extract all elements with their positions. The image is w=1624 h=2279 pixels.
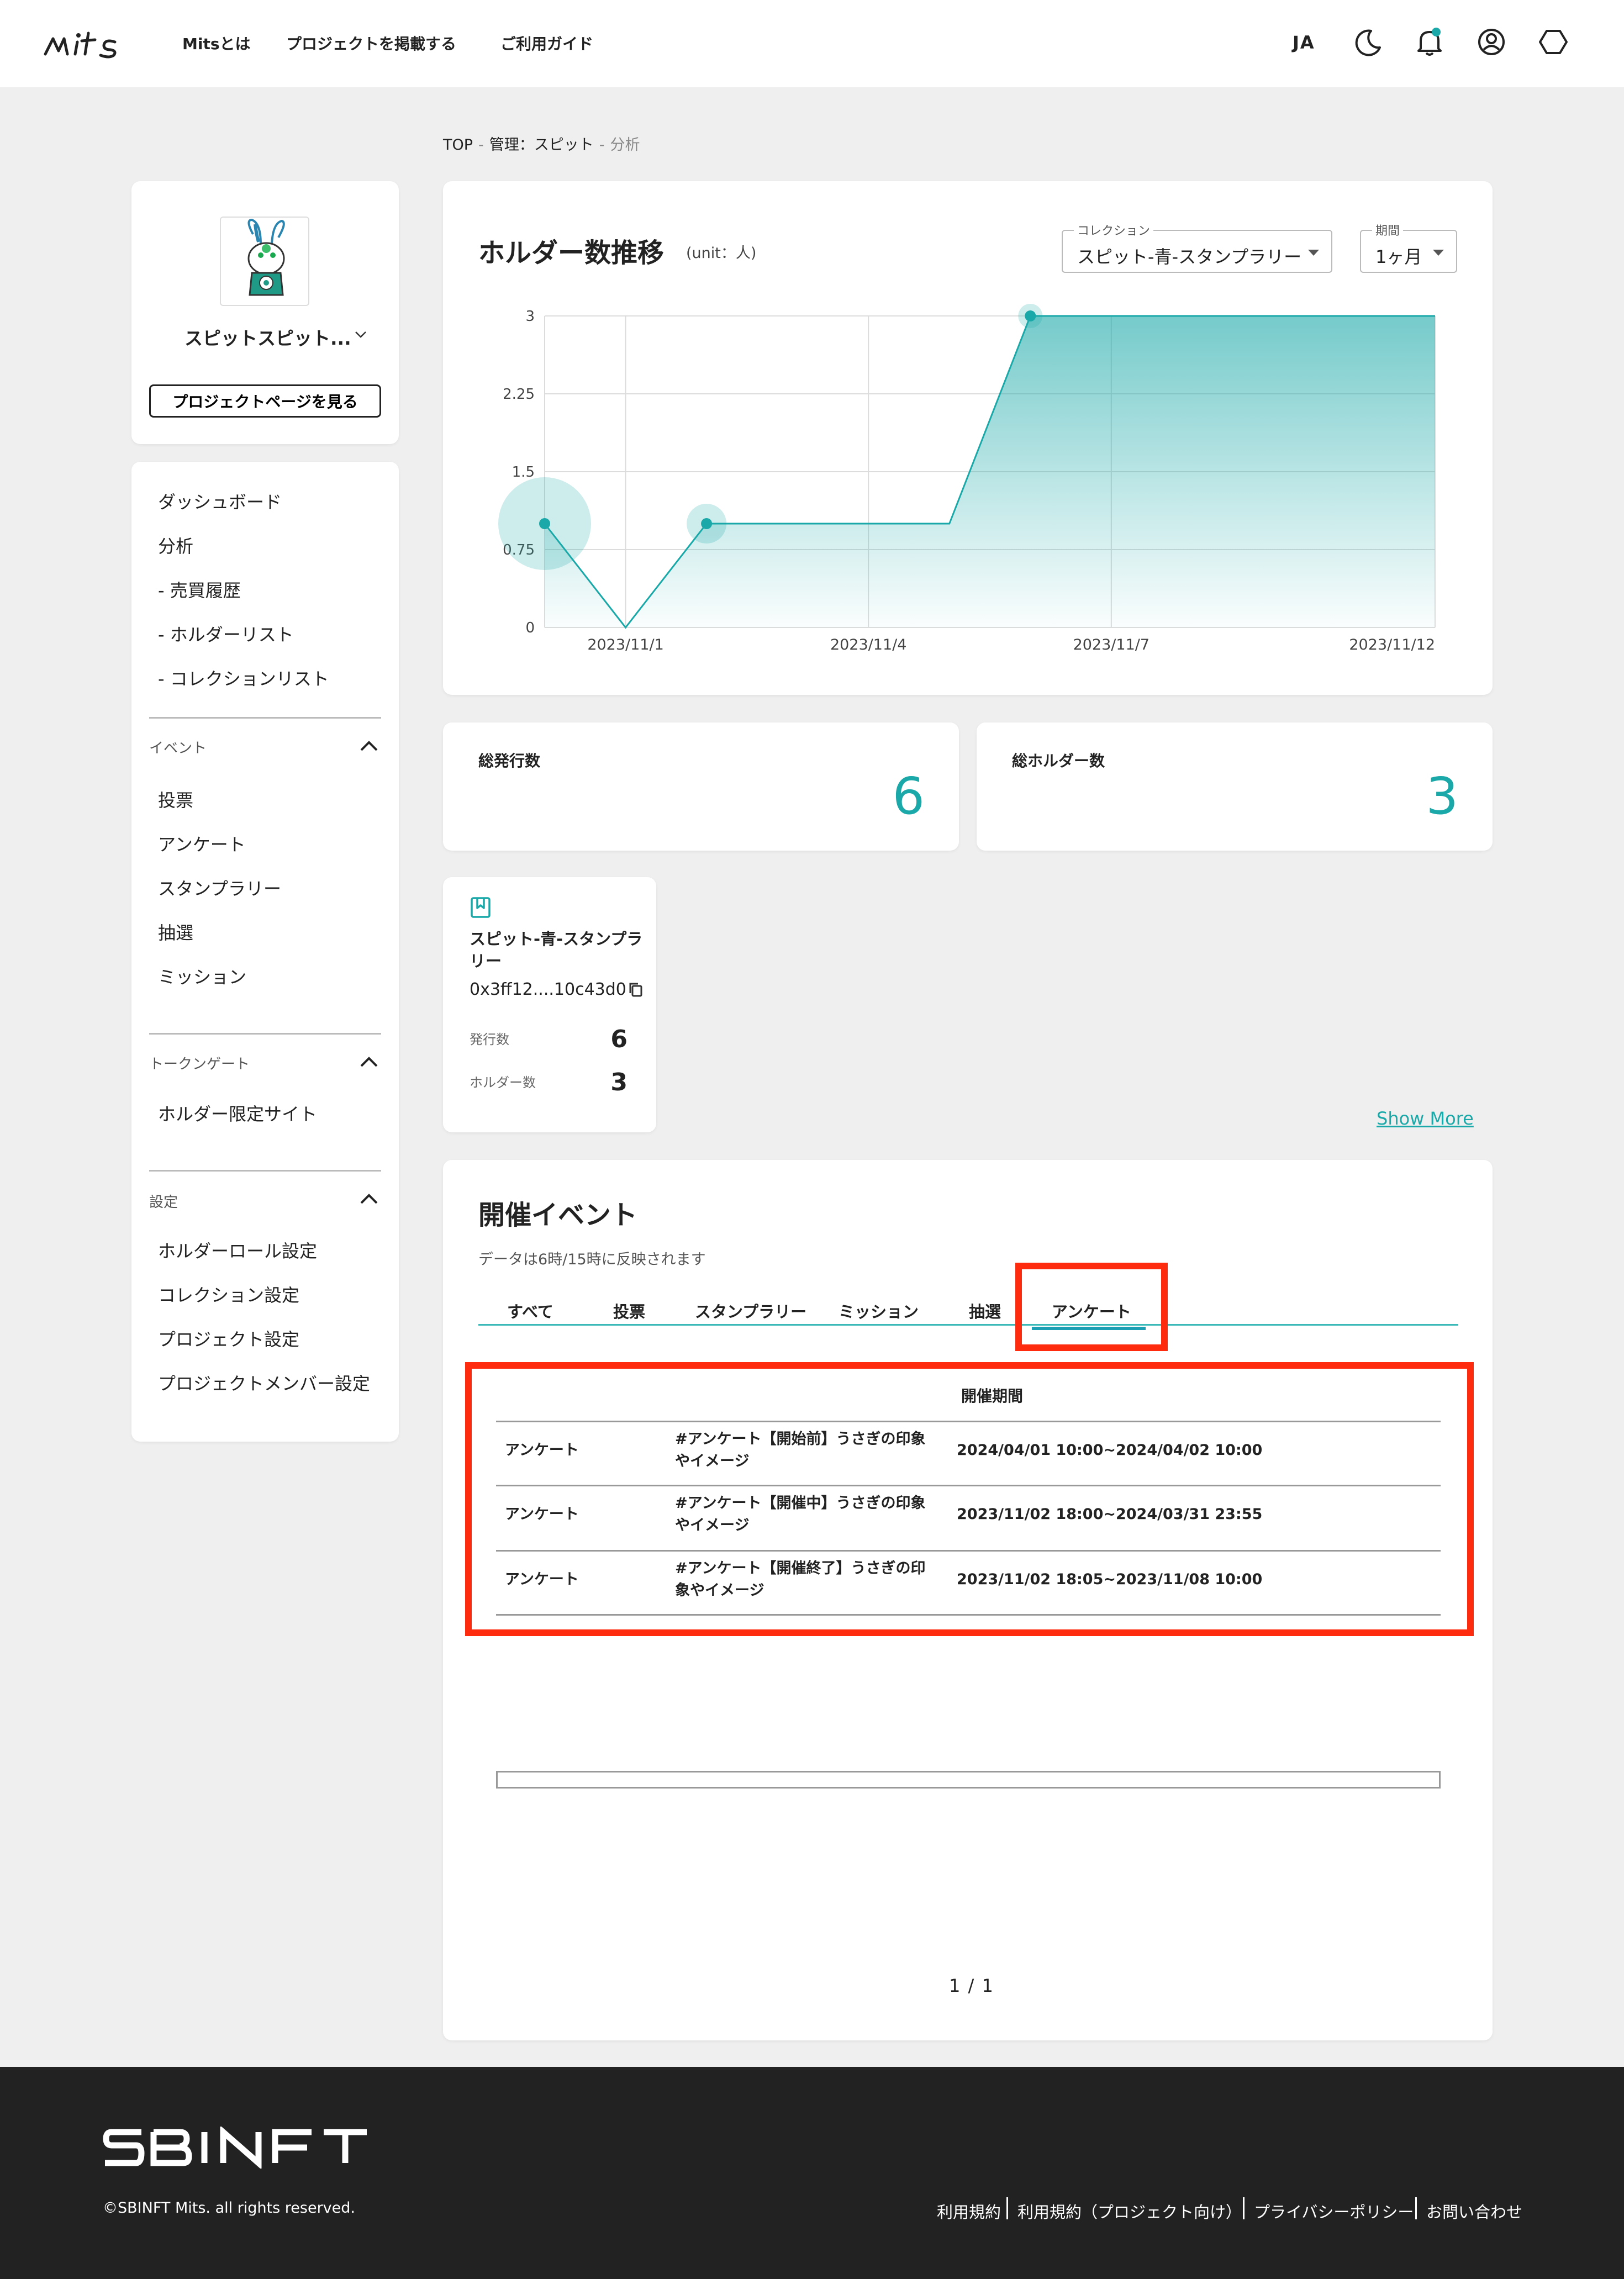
project-name[interactable]: スピットスピット... <box>184 324 351 350</box>
total-holders-label: 総ホルダー数 <box>1012 752 1105 770</box>
total-issued-value: 6 <box>892 767 925 826</box>
sidebar-item-mission[interactable]: ミッション <box>158 963 246 989</box>
sidebar-item-dashboard[interactable]: ダッシュボード <box>158 488 282 514</box>
holder-chart-card: ホルダー数推移 (unit：人) コレクション スピット-青-スタンプラリー 期… <box>443 181 1493 695</box>
sidebar-item-lottery[interactable]: 抽選 <box>158 919 193 945</box>
sidebar-item-stamp-rally[interactable]: スタンプラリー <box>158 875 281 900</box>
x-tick-label: 2023/11/7 <box>1073 636 1150 653</box>
chevron-up-icon[interactable] <box>357 1054 381 1070</box>
copy-icon[interactable] <box>628 981 644 999</box>
footer-separator <box>1415 2197 1417 2219</box>
y-tick-label: 2.25 <box>503 386 535 403</box>
x-tick-label: 2023/11/4 <box>830 636 906 653</box>
mits-logo[interactable] <box>43 28 134 60</box>
sidebar-item-project-members[interactable]: プロジェクトメンバー設定 <box>158 1370 370 1395</box>
highlight-box-tab <box>1015 1263 1168 1351</box>
sidebar-item-collection-list[interactable]: - コレクションリスト <box>158 665 329 690</box>
y-tick-label: 3 <box>525 308 535 325</box>
bookmark-icon <box>471 897 491 918</box>
menu-divider <box>149 717 381 719</box>
y-tick-label: 1.5 <box>512 464 535 481</box>
collection-issued-value: 6 <box>610 1025 628 1053</box>
pagination: 1 / 1 <box>949 1975 994 1996</box>
data-point <box>1025 310 1036 321</box>
menu-divider <box>149 1170 381 1172</box>
events-subtitle: データは6時/15時に反映されます <box>478 1251 706 1268</box>
total-holders-value: 3 <box>1426 767 1458 826</box>
chevron-down-icon[interactable] <box>352 326 369 342</box>
breadcrumb-top[interactable]: TOP <box>443 136 473 154</box>
menu-divider <box>149 1033 381 1035</box>
total-issued-label: 総発行数 <box>478 752 541 770</box>
data-point <box>539 518 550 529</box>
sidebar-item-collection-settings[interactable]: コレクション設定 <box>158 1281 299 1307</box>
events-card: 開催イベント データは6時/15時に反映されます すべて 投票 スタンプラリー … <box>443 1160 1493 2040</box>
nav-post-project[interactable]: プロジェクトを掲載する <box>286 32 456 54</box>
footer-link-privacy[interactable]: プライバシーポリシー <box>1254 2199 1414 2223</box>
x-tick-label: 2023/11/1 <box>587 636 663 653</box>
collection-card[interactable]: スピット-青-スタンプラリー 0x3ff12....10c43d0 発行数 6 … <box>443 877 656 1132</box>
sidebar-item-analytics[interactable]: 分析 <box>158 532 193 558</box>
menu-section-event[interactable]: イベント <box>149 737 207 757</box>
sidebar-item-project-settings[interactable]: プロジェクト設定 <box>158 1326 299 1351</box>
highlight-box-table <box>465 1362 1474 1636</box>
chevron-up-icon[interactable] <box>357 738 381 755</box>
footer-link-terms[interactable]: 利用規約 <box>937 2199 1001 2223</box>
project-profile-card: スピットスピット... プロジェクトページを見る <box>131 181 399 444</box>
total-issued-card: 総発行数 6 <box>443 722 959 851</box>
top-header: Mitsとは プロジェクトを掲載する ご利用ガイド JA <box>0 0 1624 87</box>
events-title: 開催イベント <box>478 1200 638 1231</box>
chevron-up-icon[interactable] <box>357 1191 381 1207</box>
nav-guide[interactable]: ご利用ガイド <box>500 32 593 54</box>
tab-mission[interactable]: ミッション <box>839 1299 919 1322</box>
sbinft-logo[interactable] <box>103 2127 369 2169</box>
show-more-link[interactable]: Show More <box>1377 1108 1474 1129</box>
breadcrumb: TOP - 管理：スピット - 分析 <box>443 136 640 154</box>
sidebar-item-vote[interactable]: 投票 <box>158 787 193 812</box>
project-avatar <box>220 217 309 306</box>
event-tabs: すべて 投票 スタンプラリー ミッション 抽選 アンケート <box>478 1270 1458 1326</box>
total-holders-card: 総ホルダー数 3 <box>977 722 1493 851</box>
tab-lottery[interactable]: 抽選 <box>969 1299 1001 1322</box>
sidebar-item-survey[interactable]: アンケート <box>158 831 246 856</box>
y-tick-label: 0 <box>525 620 535 636</box>
x-tick-label: 2023/11/12 <box>1349 636 1435 653</box>
breadcrumb-project[interactable]: 管理：スピット <box>489 136 594 154</box>
sidebar-item-holder-site[interactable]: ホルダー限定サイト <box>158 1100 317 1126</box>
data-point <box>701 518 713 529</box>
collection-holders-value: 3 <box>610 1068 628 1096</box>
collection-issued-label: 発行数 <box>470 1032 509 1047</box>
holder-area-chart: 00.751.52.2532023/11/1 2023/11/4 2023/11/7… <box>498 304 1436 653</box>
collection-holders-label: ホルダー数 <box>470 1075 536 1090</box>
collection-address: 0x3ff12....10c43d0 <box>470 980 626 999</box>
breadcrumb-current: 分析 <box>610 136 640 154</box>
horizontal-scrollbar[interactable] <box>496 1771 1441 1789</box>
view-project-page-button[interactable]: プロジェクトページを見る <box>149 384 381 418</box>
bell-icon[interactable] <box>1413 25 1446 59</box>
menu-section-settings[interactable]: 設定 <box>149 1191 178 1211</box>
footer-separator <box>1006 2197 1008 2219</box>
footer-link-terms-project[interactable]: 利用規約（プロジェクト向け） <box>1017 2199 1242 2223</box>
tab-stamp-rally[interactable]: スタンプラリー <box>695 1299 806 1322</box>
sidebar-item-holder-list[interactable]: - ホルダーリスト <box>158 621 294 646</box>
tab-vote[interactable]: 投票 <box>613 1299 645 1322</box>
footer-link-contact[interactable]: お問い合わせ <box>1426 2199 1522 2223</box>
language-switch[interactable]: JA <box>1293 32 1315 53</box>
moon-icon[interactable] <box>1351 25 1384 59</box>
sidebar-item-trade-history[interactable]: - 売買履歴 <box>158 577 241 602</box>
footer: ©SBINFT Mits. all rights reserved. 利用規約 … <box>0 2067 1624 2279</box>
footer-copyright: ©SBINFT Mits. all rights reserved. <box>103 2199 355 2217</box>
account-icon[interactable] <box>1475 25 1508 59</box>
tab-all[interactable]: すべて <box>507 1299 553 1322</box>
collection-name: スピット-青-スタンプラリー <box>470 930 643 970</box>
sidebar-menu: ダッシュボード 分析 - 売買履歴 - ホルダーリスト - コレクションリスト … <box>131 462 399 1442</box>
menu-section-token-gate[interactable]: トークンゲート <box>149 1053 250 1073</box>
settings-hexagon-icon[interactable] <box>1537 25 1570 59</box>
nav-about[interactable]: Mitsとは <box>182 32 251 54</box>
footer-separator <box>1243 2197 1245 2219</box>
sidebar-item-holder-role[interactable]: ホルダーロール設定 <box>158 1237 317 1263</box>
